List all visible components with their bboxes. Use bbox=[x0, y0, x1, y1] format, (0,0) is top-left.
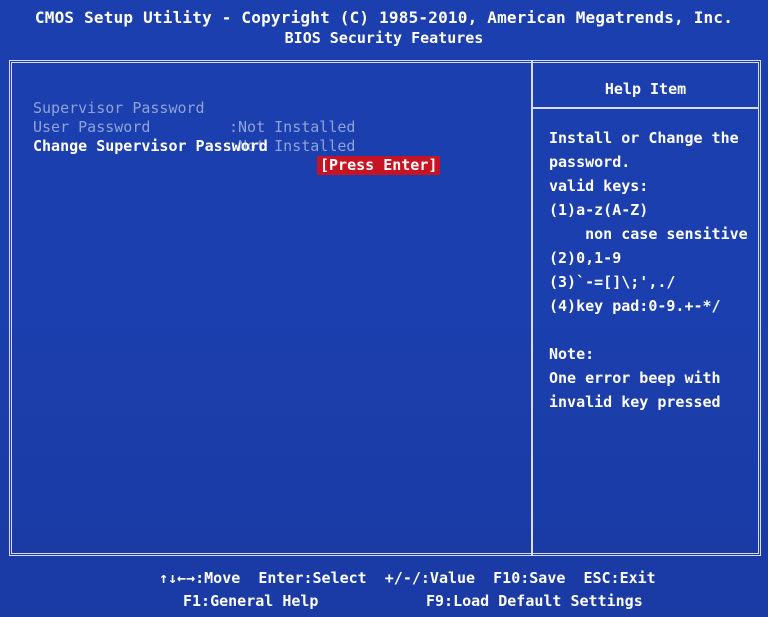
header: CMOS Setup Utility - Copyright (C) 1985-… bbox=[0, 0, 768, 58]
settings-menu: Supervisor Password :Not Installed User … bbox=[33, 80, 528, 175]
help-line: valid keys: bbox=[549, 177, 649, 195]
header-title: CMOS Setup Utility - Copyright (C) 1985-… bbox=[34, 8, 734, 27]
help-panel-body: Install or Change the password. valid ke… bbox=[549, 126, 754, 414]
panel-divider bbox=[531, 60, 533, 556]
help-line: Install or Change the bbox=[549, 129, 739, 147]
help-line bbox=[549, 318, 754, 342]
footer-general-help: F1:General Help bbox=[183, 592, 319, 610]
footer-keys-line: ↑↓←→:Move Enter:Select +/-/:Value F10:Sa… bbox=[159, 569, 656, 587]
help-line: (3)`-=[]\;',./ bbox=[549, 273, 676, 291]
bios-screen: CMOS Setup Utility - Copyright (C) 1985-… bbox=[0, 0, 768, 617]
menu-item-user-password: User Password :Not Installed bbox=[33, 99, 528, 155]
help-line: invalid key pressed bbox=[549, 393, 721, 411]
key-legend-footer: ↑↓←→:Move Enter:Select +/-/:Value F10:Sa… bbox=[0, 566, 768, 616]
help-line: Note: bbox=[549, 345, 595, 363]
help-line: password. bbox=[549, 153, 631, 171]
help-title-separator bbox=[533, 107, 758, 109]
menu-item-label: Change Supervisor Password bbox=[33, 137, 268, 155]
footer-load-defaults: F9:Load Default Settings bbox=[426, 592, 643, 610]
page-title: BIOS Security Features bbox=[284, 29, 484, 47]
help-panel-title: Help Item bbox=[604, 80, 687, 98]
press-enter-button[interactable]: [Press Enter] bbox=[317, 156, 441, 175]
menu-item-change-supervisor-password[interactable]: Change Supervisor Password [Press Enter] bbox=[33, 118, 528, 175]
menu-item-supervisor-password: Supervisor Password :Not Installed bbox=[33, 80, 528, 136]
help-line: non case sensitive bbox=[549, 225, 748, 243]
help-line: One error beep with bbox=[549, 369, 721, 387]
help-line: (4)key pad:0-9.+-*/ bbox=[549, 297, 721, 315]
help-line: (1)a-z(A-Z) bbox=[549, 201, 649, 219]
help-line: (2)0,1-9 bbox=[549, 249, 622, 267]
